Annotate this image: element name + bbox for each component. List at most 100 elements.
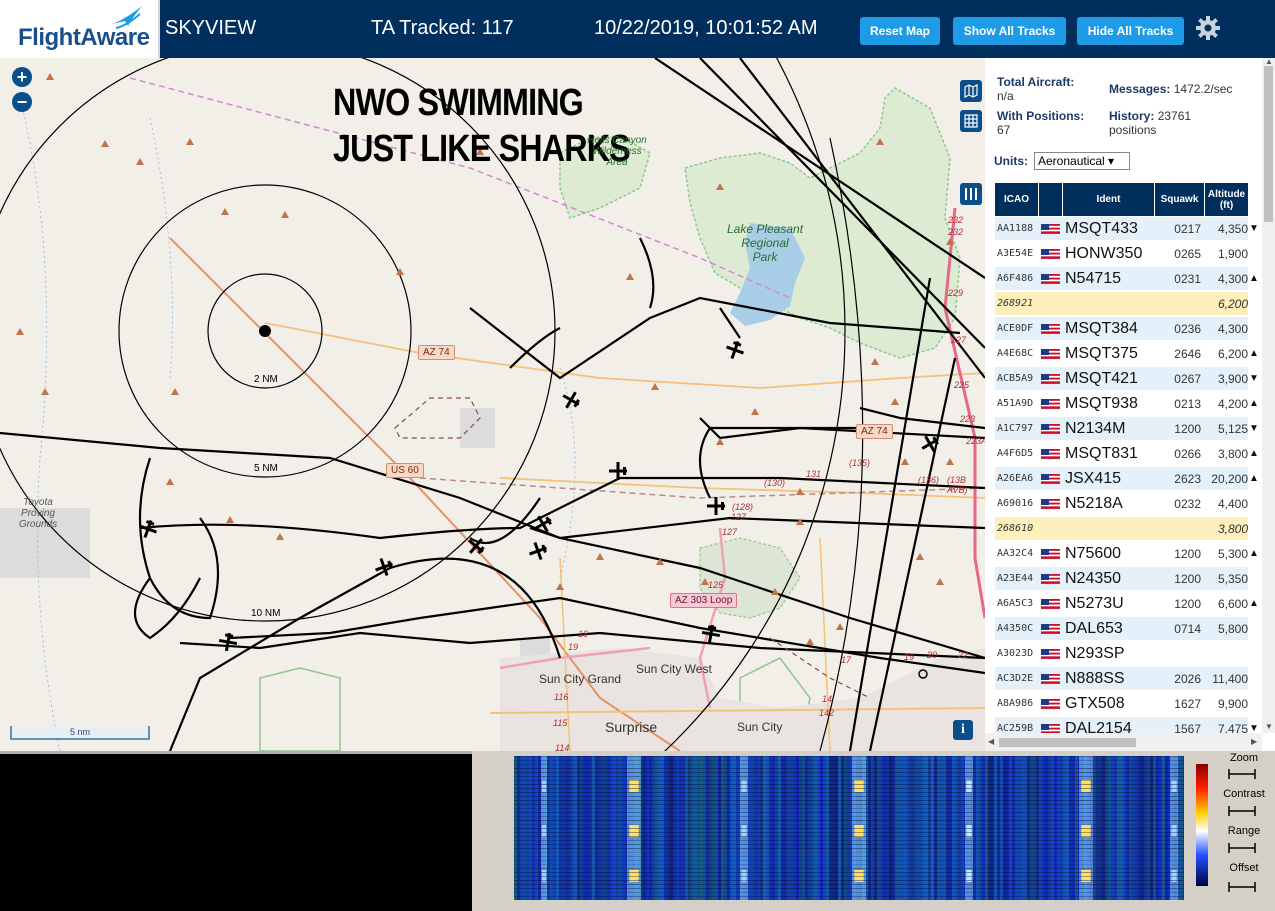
aircraft-panel: Total Aircraft: n/a Messages: 1472.2/sec… [985, 58, 1275, 751]
stat-history-label: History: [1109, 109, 1155, 123]
route-number: (128) [732, 502, 754, 512]
row-ident: N2134M [1065, 420, 1126, 437]
table-row[interactable]: ACB5A9 MSQT421 0267 3,900 ▼ [995, 367, 1259, 391]
hide-all-tracks-button[interactable]: Hide All Tracks [1077, 17, 1184, 45]
table-row[interactable]: A3E54E HONW350 0265 1,900 [995, 242, 1248, 266]
map-info-button[interactable]: i [953, 720, 973, 740]
flightaware-logo[interactable]: FlightAware [0, 0, 160, 58]
waterfall-zoom-slider[interactable] [1228, 769, 1256, 779]
row-squawk: 0267 [1174, 372, 1201, 386]
datetime: 10/22/2019, 10:01:52 AM [594, 17, 818, 39]
table-row[interactable]: A6A5C3 N5273U 1200 6,600 ▲ [995, 592, 1259, 616]
panel-horizontal-scrollbar[interactable]: ◀ ▶ [985, 733, 1262, 751]
show-all-tracks-button[interactable]: Show All Tracks [953, 17, 1066, 45]
waterfall-zoom-label: Zoom [1229, 752, 1259, 764]
zoom-in-button[interactable]: + [12, 67, 32, 87]
panel-horizontal-scroll-thumb[interactable] [999, 738, 1136, 747]
col-icao[interactable]: ICAO [995, 183, 1039, 216]
row-ident: N24350 [1065, 570, 1122, 587]
us-flag-icon [1041, 549, 1060, 560]
stat-messages-value: 1472.2/sec [1173, 82, 1233, 96]
table-row[interactable]: 268610 3,800 [995, 517, 1248, 541]
row-squawk: 0232 [1174, 497, 1201, 511]
row-ident: JSX415 [1065, 470, 1122, 487]
scroll-down-arrow-icon[interactable]: ▼ [1265, 722, 1273, 731]
table-row[interactable]: AA32C4 N75600 1200 5,300 ▲ [995, 542, 1259, 566]
scroll-right-arrow-icon[interactable]: ▶ [1251, 737, 1257, 746]
reset-map-button[interactable]: Reset Map [860, 17, 940, 45]
table-row[interactable]: A23E44 N24350 1200 5,350 [995, 567, 1248, 591]
table-row[interactable]: ACE0DF MSQT384 0236 4,300 [995, 317, 1248, 341]
us-flag-icon [1041, 424, 1060, 435]
row-icao: A8A986 [997, 698, 1034, 709]
route-number: 131 [806, 469, 822, 479]
row-icao: A3023D [997, 648, 1034, 659]
col-squawk[interactable]: Squawk [1155, 183, 1205, 216]
grid-button[interactable] [960, 110, 982, 132]
table-row[interactable]: AC3D2E N888SS 2026 11,400 [995, 667, 1248, 691]
row-ident: N888SS [1065, 670, 1125, 687]
table-row[interactable]: A8A986 GTX508 1627 9,900 [995, 692, 1248, 716]
table-row[interactable]: A51A9D MSQT938 0213 4,200 ▲ [995, 392, 1259, 416]
stat-history-value: 23761 [1157, 109, 1192, 123]
map-view[interactable]: + − NWO SWIMMING JUST LIKE SHARKS 2 NM 5… [0, 58, 985, 751]
stat-positions-label: With Positions: [997, 109, 1085, 123]
waterfall-range-label: Range [1227, 825, 1261, 837]
stat-history: History: 23761 positions [1109, 109, 1191, 137]
table-row[interactable]: 268921 6,200 [995, 292, 1248, 316]
row-altitude: 11,400 [1212, 672, 1248, 686]
map-layers-button[interactable] [960, 80, 982, 102]
row-ident: MSQT831 [1065, 445, 1138, 462]
row-altitude-trend-icon: ▲ [1249, 548, 1259, 559]
ring-label-2nm: 2 NM [254, 374, 278, 385]
route-number: 115 [553, 718, 568, 728]
table-row[interactable]: A3023D N293SP [995, 642, 1248, 666]
row-squawk: 2623 [1174, 472, 1201, 486]
waterfall-contrast-slider[interactable] [1228, 806, 1256, 816]
row-altitude: 4,300 [1217, 272, 1248, 286]
row-altitude: 4,400 [1217, 497, 1248, 511]
zoom-out-button[interactable]: − [12, 92, 32, 112]
columns-toggle-button[interactable] [960, 183, 982, 205]
gear-icon[interactable] [1195, 15, 1221, 41]
table-row[interactable]: A4F6D5 MSQT831 0266 3,800 ▲ [995, 442, 1259, 466]
waterfall-offset-label: Offset [1229, 862, 1259, 874]
us-flag-icon [1041, 699, 1060, 710]
row-icao: A23E44 [997, 573, 1034, 584]
table-row[interactable]: A6F486 N54715 0231 4,300 ▲ [995, 267, 1259, 291]
units-select[interactable]: Aeronautical ▾ [1034, 152, 1130, 170]
row-ident: HONW350 [1065, 245, 1143, 262]
table-row[interactable]: AA1188 MSQT433 0217 4,350 ▼ [995, 217, 1259, 241]
place-sun-city: Sun City [737, 720, 783, 734]
row-altitude: 5,350 [1217, 572, 1248, 586]
scroll-left-arrow-icon[interactable]: ◀ [988, 737, 994, 746]
row-icao: A51A9D [997, 398, 1034, 409]
scroll-up-arrow-icon[interactable]: ▲ [1265, 57, 1273, 66]
route-number: 114 [555, 743, 570, 751]
col-flag[interactable] [1039, 183, 1063, 216]
table-row[interactable]: A4350C DAL653 0714 5,800 [995, 617, 1248, 641]
table-row[interactable]: A26EA6 JSX415 2623 20,200 ▲ [995, 467, 1259, 491]
route-number: 127 [731, 512, 747, 522]
route-number: 116 [554, 692, 569, 702]
us-flag-icon [1041, 399, 1060, 410]
row-squawk: 1200 [1174, 597, 1201, 611]
table-row[interactable]: A69016 N5218A 0232 4,400 [995, 492, 1248, 516]
panel-vertical-scrollbar[interactable]: ▲ ▼ [1262, 57, 1275, 733]
waterfall-range-slider[interactable] [1228, 843, 1256, 853]
row-squawk [1157, 517, 1205, 541]
row-icao: 268921 [997, 298, 1034, 309]
row-altitude-trend-icon: ▲ [1249, 348, 1259, 359]
table-row[interactable]: A1C797 N2134M 1200 5,125 ▼ [995, 417, 1259, 441]
us-flag-icon [1041, 274, 1060, 285]
route-number: 19 [578, 629, 589, 639]
table-row[interactable]: A4E68C MSQT375 2646 6,200 ▲ [995, 342, 1259, 366]
panel-vertical-scroll-thumb[interactable] [1264, 66, 1273, 222]
waterfall-spectrogram[interactable] [514, 756, 1184, 900]
waterfall-offset-slider[interactable] [1228, 882, 1256, 892]
stat-history-unit: positions [1109, 123, 1157, 137]
route-number: 17 [841, 655, 852, 665]
col-ident[interactable]: Ident [1063, 183, 1155, 216]
row-altitude: 3,800 [1217, 522, 1248, 536]
col-altitude[interactable]: Altitude (ft) [1205, 183, 1248, 216]
